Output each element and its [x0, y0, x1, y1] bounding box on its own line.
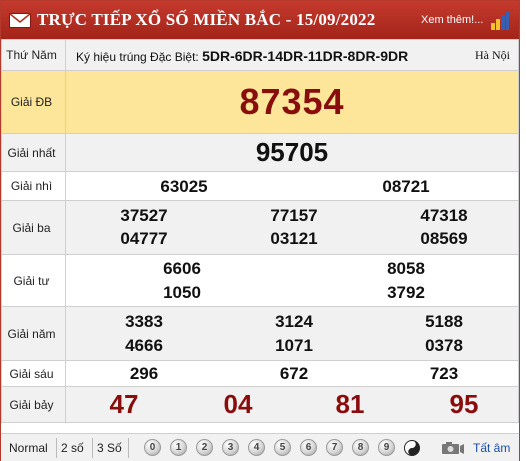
prize-number[interactable]: 1071 [275, 336, 313, 356]
digit-ball[interactable]: 0 [144, 439, 161, 456]
special-prize-row: Giải ĐB 87354 [1, 70, 519, 134]
prize-number[interactable]: 723 [430, 364, 458, 384]
draw-info-row: Thứ Năm Ký hiệu trúng Đặc Biệt: 5DR-6DR-… [1, 39, 519, 71]
prize-label: Giải ba [1, 200, 66, 255]
prize-label: Giải năm [1, 306, 66, 361]
prize-number[interactable]: 47318 [420, 206, 467, 226]
prize-number[interactable]: 04 [224, 389, 253, 420]
digit-ball[interactable]: 3 [222, 439, 239, 456]
prize-label: Giải bảy [1, 386, 66, 423]
prize-number[interactable]: 8058 [387, 259, 425, 279]
page-title: TRỰC TIẾP XỔ SỐ MIỀN BẮC - 15/09/2022 [37, 10, 376, 29]
prize-number[interactable]: 296 [130, 364, 158, 384]
prize-number[interactable]: 3383 [125, 312, 163, 332]
display-options-bar: Normal 2 số 3 Số 0 1 2 3 4 5 6 7 8 9 Tất… [1, 433, 519, 461]
results-table: Thứ Năm Ký hiệu trúng Đặc Biệt: 5DR-6DR-… [1, 39, 519, 423]
digit-ball[interactable]: 7 [326, 439, 343, 456]
three-digit-view-button[interactable]: 3 Số [97, 441, 122, 455]
location-label: Hà Nội [475, 48, 510, 62]
digit-ball[interactable]: 1 [170, 439, 187, 456]
prize-number[interactable]: 3124 [275, 312, 313, 332]
prize-number[interactable]: 3792 [387, 283, 425, 303]
digit-ball[interactable]: 6 [300, 439, 317, 456]
prize-number[interactable]: 63025 [160, 177, 207, 197]
yin-yang-icon[interactable] [404, 440, 420, 456]
fourth-prize-row: Giải tư 6606 8058 1050 3792 [1, 254, 519, 307]
prize-number[interactable]: 08569 [420, 229, 467, 249]
first-prize-row: Giải nhất 95705 [1, 133, 519, 172]
special-code-value: 5DR-6DR-14DR-11DR-8DR-9DR [202, 48, 409, 64]
special-prize-number[interactable]: 87354 [65, 70, 519, 134]
prize-number[interactable]: 77157 [270, 206, 317, 226]
prize-number[interactable]: 0378 [425, 336, 463, 356]
see-more-link[interactable]: Xem thêm!... [421, 14, 483, 26]
seventh-prize-row: Giải bảy 47 04 81 95 [1, 386, 519, 423]
lottery-results-widget: TRỰC TIẾP XỔ SỐ MIỀN BẮC - 15/09/2022 Xe… [0, 0, 520, 461]
digit-ball[interactable]: 9 [378, 439, 395, 456]
mobile-signal-icon[interactable] [490, 12, 510, 30]
prize-number[interactable]: 04777 [120, 229, 167, 249]
sixth-prize-row: Giải sáu 296 672 723 [1, 360, 519, 387]
prize-number[interactable]: 81 [336, 389, 365, 420]
digit-ball[interactable]: 8 [352, 439, 369, 456]
camera-icon[interactable] [441, 441, 465, 455]
divider [128, 438, 129, 458]
prize-number[interactable]: 37527 [120, 206, 167, 226]
prize-number[interactable]: 95705 [65, 133, 519, 172]
fifth-prize-row: Giải năm 3383 3124 5188 4666 1071 0378 [1, 306, 519, 361]
prize-number[interactable]: 1050 [163, 283, 201, 303]
prize-label: Giải ĐB [1, 70, 66, 134]
second-prize-row: Giải nhì 63025 08721 [1, 171, 519, 201]
normal-view-button[interactable]: Normal [9, 441, 48, 455]
envelope-icon [9, 13, 31, 28]
digit-ball[interactable]: 2 [196, 439, 213, 456]
digit-ball[interactable]: 5 [274, 439, 291, 456]
prize-label: Giải sáu [1, 360, 66, 387]
results-header: TRỰC TIẾP XỔ SỐ MIỀN BẮC - 15/09/2022 Xe… [1, 1, 519, 39]
prize-number[interactable]: 672 [280, 364, 308, 384]
prize-label: Giải nhất [1, 133, 66, 172]
divider [56, 438, 57, 458]
prize-label: Giải tư [1, 254, 66, 307]
prize-number[interactable]: 03121 [270, 229, 317, 249]
divider [92, 438, 93, 458]
draw-code-cell: Ký hiệu trúng Đặc Biệt: 5DR-6DR-14DR-11D… [65, 39, 519, 71]
special-code-label: Ký hiệu trúng Đặc Biệt: [76, 50, 199, 64]
prize-number[interactable]: 4666 [125, 336, 163, 356]
weekday-label: Thứ Năm [1, 39, 66, 71]
prize-number[interactable]: 95 [450, 389, 479, 420]
two-digit-view-button[interactable]: 2 số [61, 441, 84, 455]
prize-number[interactable]: 08721 [382, 177, 429, 197]
digit-ball[interactable]: 4 [248, 439, 265, 456]
third-prize-row: Giải ba 37527 77157 47318 04777 03121 08… [1, 200, 519, 255]
prize-number[interactable]: 47 [110, 389, 139, 420]
prize-number[interactable]: 5188 [425, 312, 463, 332]
prize-label: Giải nhì [1, 171, 66, 201]
all-digits-link[interactable]: Tất âm [473, 441, 510, 455]
prize-number[interactable]: 6606 [163, 259, 201, 279]
